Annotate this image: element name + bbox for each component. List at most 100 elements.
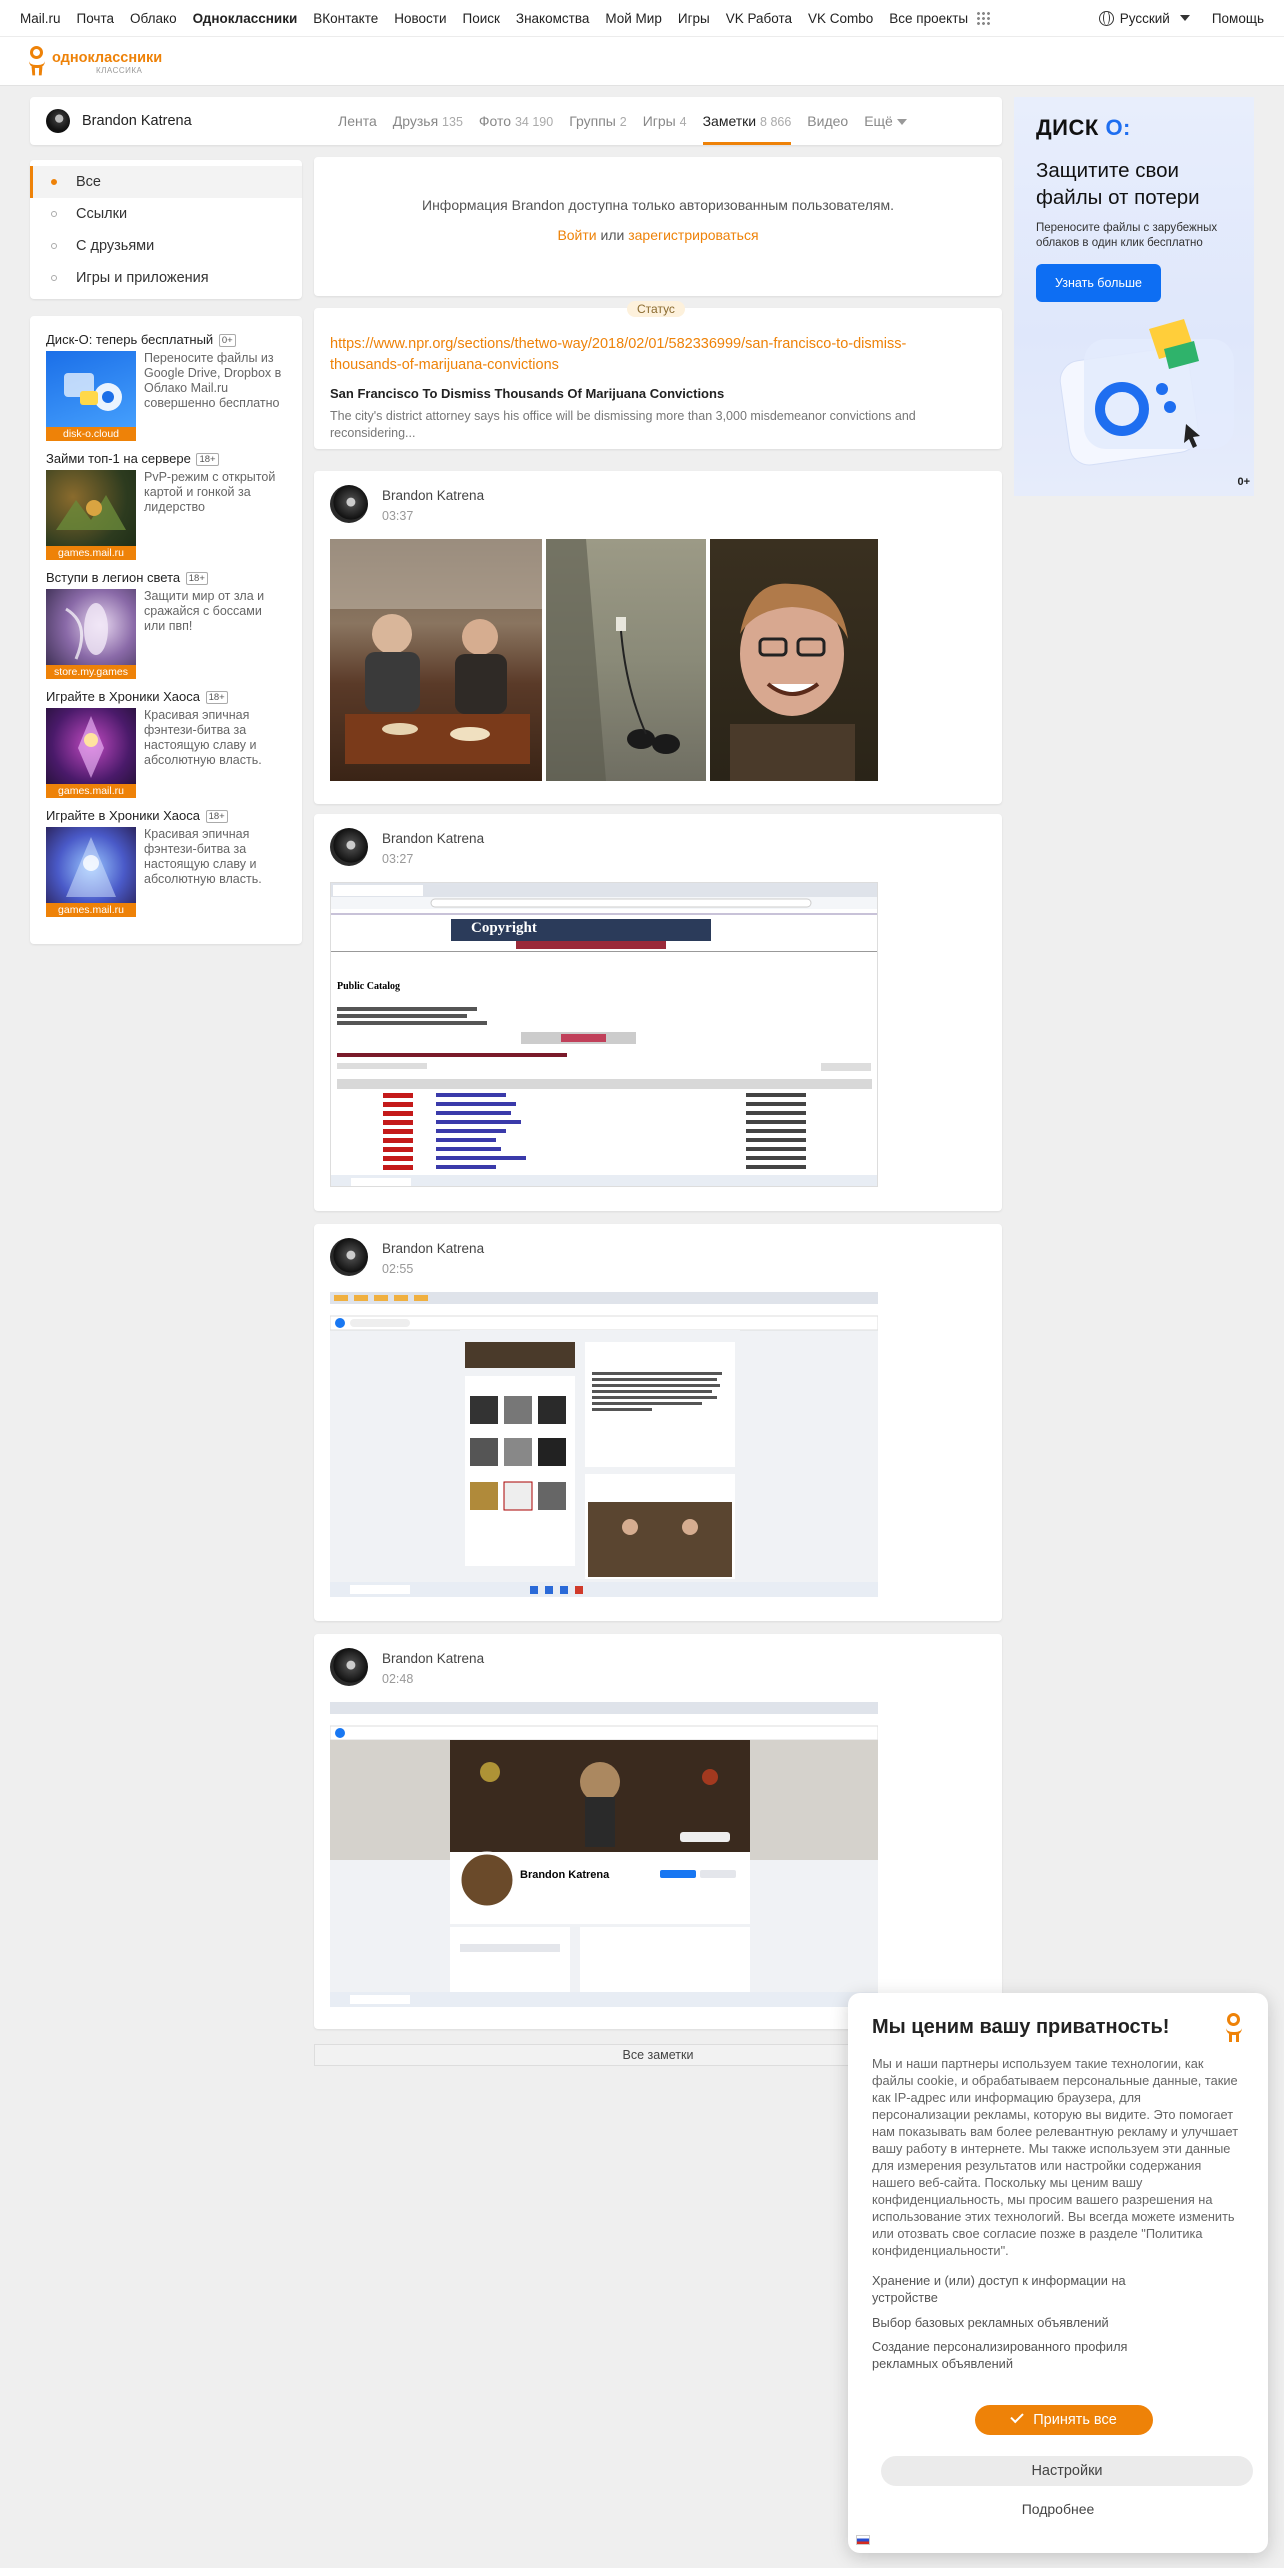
login-link[interactable]: Войти: [557, 227, 596, 243]
screenshot-site-title: Copyright: [471, 920, 537, 936]
more-details-link[interactable]: Подробнее: [848, 2501, 1268, 2517]
tab-notes[interactable]: Заметки 8 866: [702, 97, 791, 145]
post-time: 03:37: [382, 509, 414, 523]
ad-title[interactable]: Вступи в легион света: [46, 570, 180, 585]
portal-bar: Mail.ru Почта Облако Одноклассники ВКонт…: [0, 0, 1284, 36]
post-author[interactable]: Brandon Katrena: [382, 1241, 484, 1256]
ad-image[interactable]: disk-o.cloud: [46, 351, 136, 441]
ad-title[interactable]: Диск-О: теперь бесплатный: [46, 332, 213, 347]
ad-item[interactable]: Играйте в Хроники Хаоса 18+ games.mail.r…: [46, 689, 286, 808]
ad-source: games.mail.ru: [46, 903, 136, 917]
ad-item[interactable]: Займи топ-1 на сервере 18+ games.mail.ru…: [46, 451, 286, 570]
russian-flag-icon[interactable]: [856, 2535, 870, 2545]
ad-title[interactable]: Займи топ-1 на сервере: [46, 451, 191, 466]
tab-friends[interactable]: Друзья 135: [393, 97, 463, 145]
tab-more[interactable]: Ещё: [864, 97, 907, 145]
post-photo[interactable]: [546, 539, 706, 781]
ad-image[interactable]: games.mail.ru: [46, 470, 136, 560]
filter-with-friends[interactable]: С друзьями: [30, 230, 302, 262]
cloud-illustration-icon: [1059, 319, 1234, 466]
portal-link-moymir[interactable]: Мой Мир: [605, 11, 662, 26]
filter-links[interactable]: Ссылки: [30, 198, 302, 230]
ad-image[interactable]: store.my.games: [46, 589, 136, 679]
help-link[interactable]: Помощь: [1212, 11, 1264, 26]
avatar[interactable]: [330, 1648, 368, 1686]
post-screenshot[interactable]: [330, 1292, 878, 1597]
status-badge: Статус: [627, 301, 685, 317]
tab-groups[interactable]: Группы 2: [569, 97, 627, 145]
portal-link-vk[interactable]: ВКонтакте: [313, 11, 378, 26]
screenshot-profile-name: Brandon Katrena: [520, 1869, 610, 1881]
note-post: Brandon Katrena 03:27 Copyright Public C…: [314, 814, 1002, 1211]
tab-games[interactable]: Игры 4: [643, 97, 687, 145]
status-url-link[interactable]: https://www.npr.org/sections/thetwo-way/…: [330, 334, 950, 376]
register-link[interactable]: зарегистрироваться: [628, 227, 758, 243]
screenshot-heading: Public Catalog: [337, 981, 401, 992]
globe-icon: [1098, 10, 1114, 26]
learn-more-button[interactable]: Узнать больше: [1036, 264, 1161, 302]
ad-item[interactable]: Вступи в легион света 18+ store.my.games…: [46, 570, 286, 689]
ad-source: disk-o.cloud: [46, 427, 136, 441]
settings-button[interactable]: Настройки: [881, 2456, 1253, 2486]
portal-link-ok[interactable]: Одноклассники: [193, 11, 298, 26]
banner-headline: Защитите свои файлы от потери: [1036, 159, 1200, 209]
avatar[interactable]: [330, 828, 368, 866]
filter-games-apps[interactable]: Игры и приложения: [30, 262, 302, 294]
post-screenshot[interactable]: Copyright Public Catalog: [330, 882, 878, 1187]
notes-filter-menu: Все Ссылки С друзьями Игры и приложения: [30, 160, 302, 299]
portal-link-mailru[interactable]: Mail.ru: [20, 11, 61, 26]
ad-text: PvP-режим с открытой картой и гонкой за …: [144, 470, 276, 514]
apps-grid-icon[interactable]: [976, 10, 991, 25]
accept-all-button[interactable]: Принять все: [975, 2405, 1153, 2435]
disk-o-banner[interactable]: ДИСК О: Защитите свои файлы от потери Пе…: [1014, 97, 1254, 496]
chevron-down-icon: [1179, 15, 1190, 21]
portal-link-pochta[interactable]: Почта: [77, 11, 115, 26]
check-icon: [1010, 2409, 1024, 2424]
language-selector[interactable]: Русский: [1098, 10, 1190, 26]
privacy-text: Мы и наши партнеры используем такие техн…: [872, 2056, 1239, 2258]
ad-text: Защити мир от зла и сражайся с боссами и…: [144, 589, 265, 633]
post-time: 03:27: [382, 852, 414, 866]
link-preview-description: The city's district attorney says his of…: [330, 409, 916, 440]
post-author[interactable]: Brandon Katrena: [382, 1651, 484, 1666]
ad-title[interactable]: Играйте в Хроники Хаоса: [46, 808, 200, 823]
tab-feed[interactable]: Лента: [338, 97, 377, 145]
portal-link-games[interactable]: Игры: [678, 11, 710, 26]
tab-video[interactable]: Видео: [807, 97, 848, 145]
portal-link-news[interactable]: Новости: [394, 11, 446, 26]
age-badge: 18+: [196, 453, 219, 466]
post-screenshot[interactable]: Brandon Katrena: [330, 1702, 878, 2007]
portal-link-vkcombo[interactable]: VK Combo: [808, 11, 873, 26]
portal-link-all-projects[interactable]: Все проекты: [889, 11, 968, 26]
privacy-consent-dialog: Мы ценим вашу приватность! Мы и наши пар…: [848, 1993, 1268, 2553]
ad-item[interactable]: Диск-О: теперь бесплатный 0+ disk-o.clou…: [46, 332, 286, 451]
avatar[interactable]: [330, 1238, 368, 1276]
privacy-title: Мы ценим вашу приватность!: [872, 2016, 1170, 2038]
logo-subtitle: КЛАССИКА: [96, 66, 143, 75]
post-photo[interactable]: [330, 539, 542, 781]
post-photo[interactable]: [710, 539, 878, 781]
profile-name[interactable]: Brandon Katrena: [82, 113, 192, 129]
tab-photos[interactable]: Фото 34 190: [479, 97, 553, 145]
ad-source: games.mail.ru: [46, 784, 136, 798]
avatar[interactable]: [330, 485, 368, 523]
link-preview-title[interactable]: San Francisco To Dismiss Thousands Of Ma…: [330, 386, 724, 401]
portal-link-dating[interactable]: Знакомства: [516, 11, 589, 26]
ad-title[interactable]: Играйте в Хроники Хаоса: [46, 689, 200, 704]
filter-all[interactable]: Все: [30, 166, 302, 198]
avatar[interactable]: [46, 109, 70, 133]
ad-item[interactable]: Играйте в Хроники Хаоса 18+ games.mail.r…: [46, 808, 286, 927]
ad-image[interactable]: games.mail.ru: [46, 708, 136, 798]
age-badge: 18+: [185, 572, 208, 585]
profile-tabs: Лента Друзья 135 Фото 34 190 Группы 2 Иг…: [338, 97, 907, 145]
ad-text: Красивая эпичная фэнтези-битва за настоя…: [144, 708, 262, 767]
ad-image[interactable]: games.mail.ru: [46, 827, 136, 917]
post-author[interactable]: Brandon Katrena: [382, 831, 484, 846]
logo-text: одноклассники: [52, 50, 163, 66]
portal-link-search[interactable]: Поиск: [463, 11, 500, 26]
portal-link-vkwork[interactable]: VK Работа: [726, 11, 792, 26]
auth-required-card: Информация Brandon доступна только автор…: [314, 157, 1002, 296]
portal-link-oblako[interactable]: Облако: [130, 11, 177, 26]
post-author[interactable]: Brandon Katrena: [382, 488, 484, 503]
ok-logo-icon: [28, 46, 46, 76]
